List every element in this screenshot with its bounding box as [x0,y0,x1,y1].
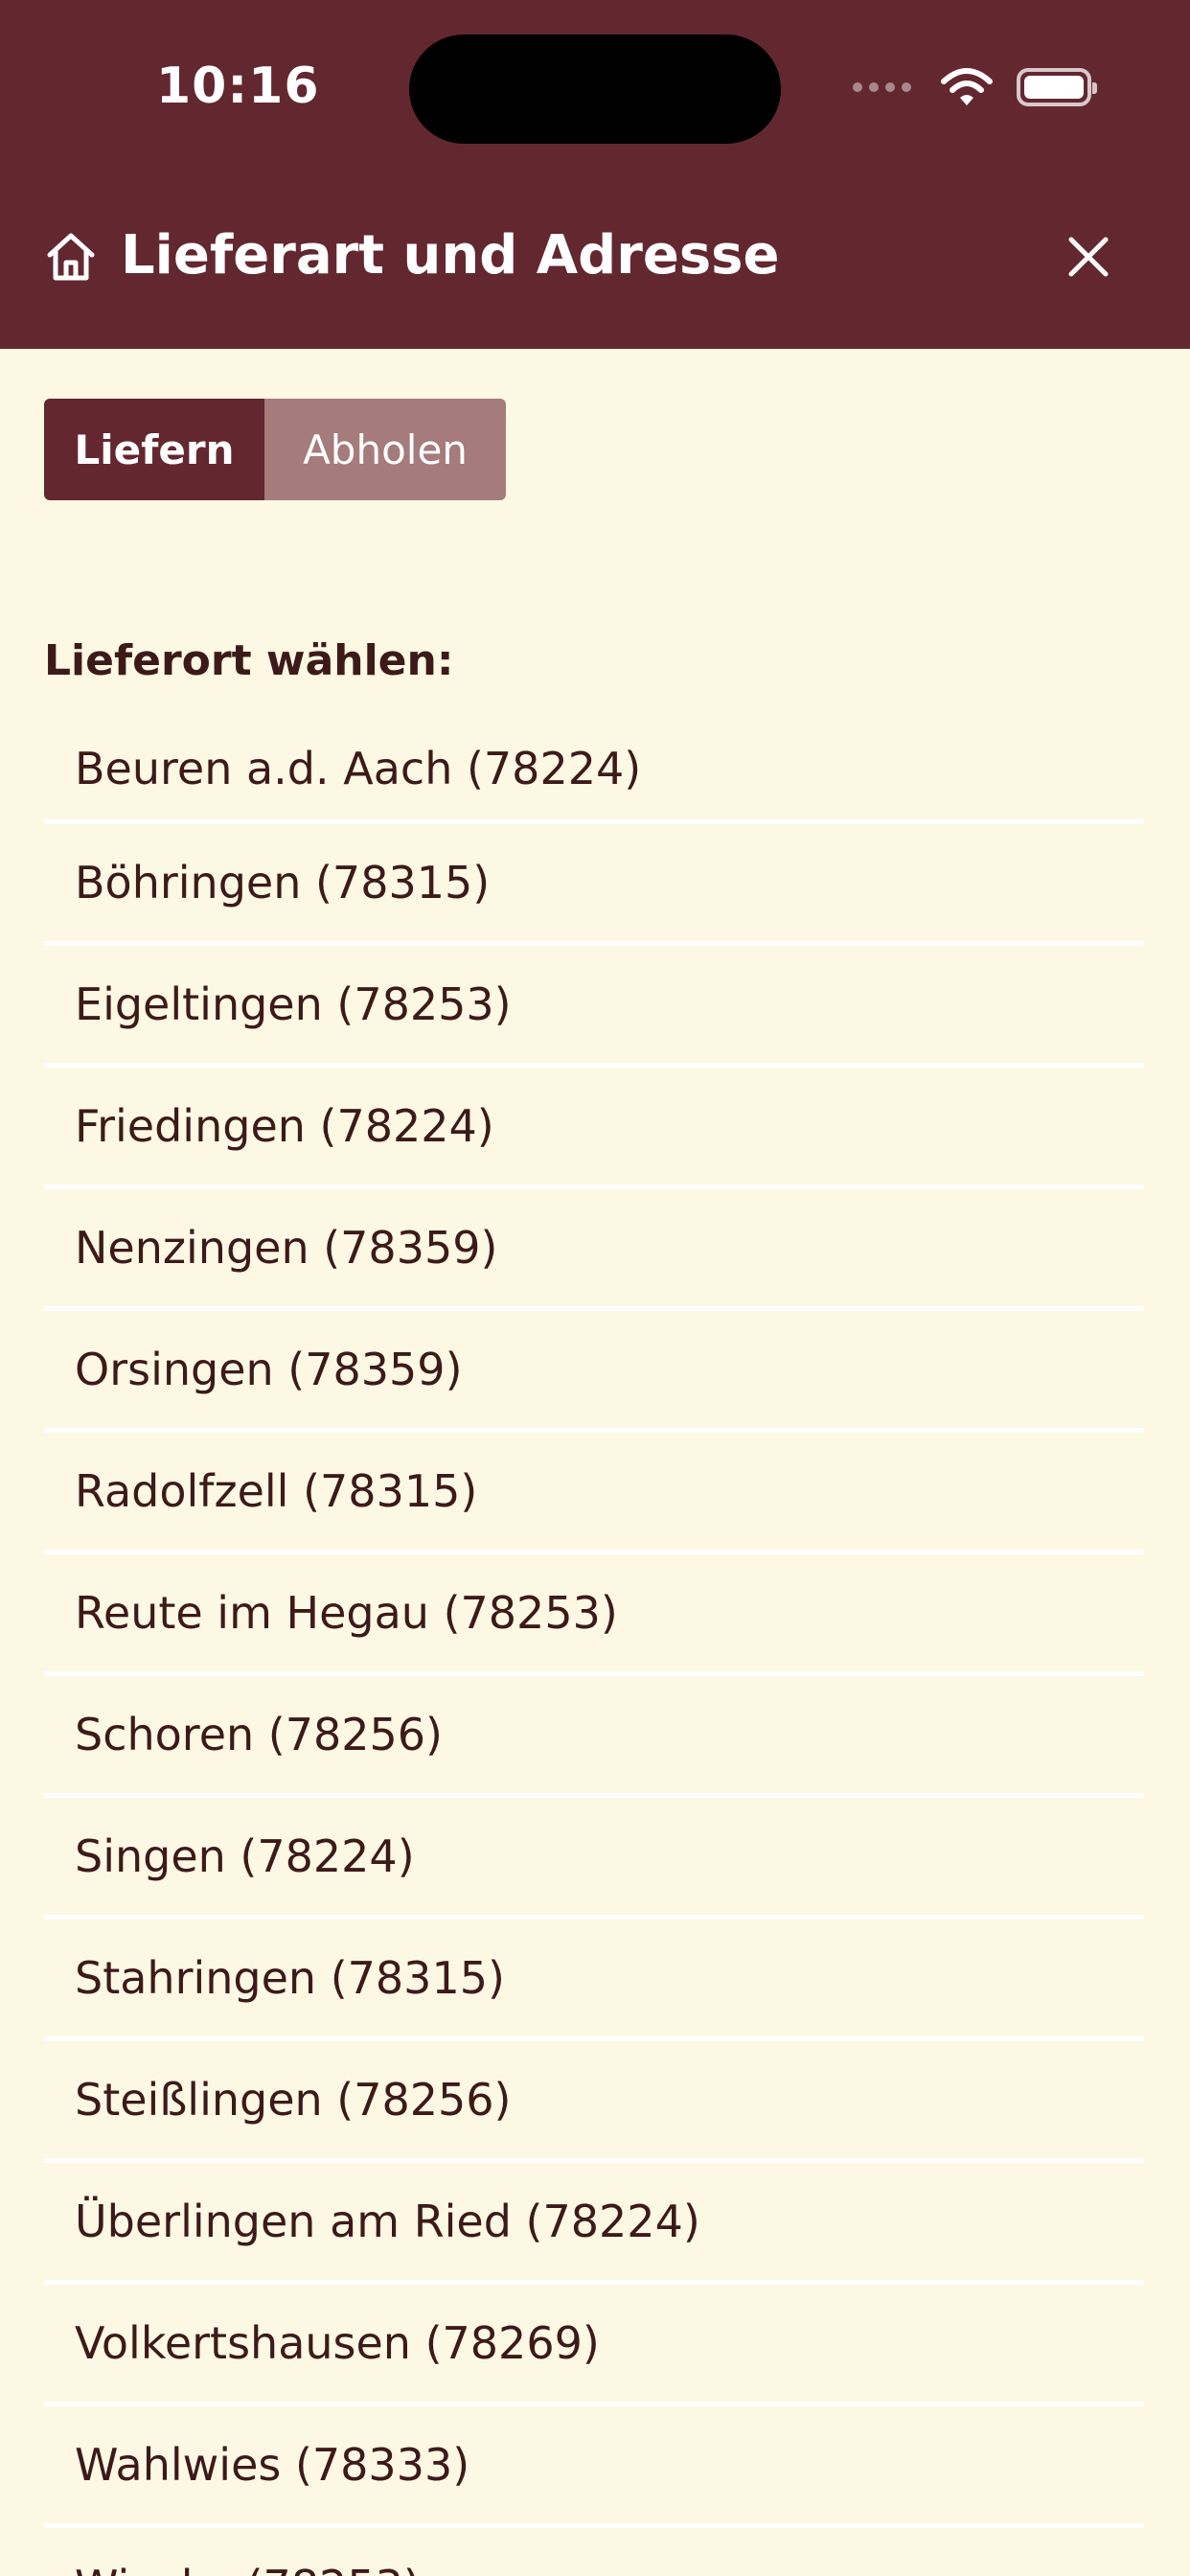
location-label: Volkertshausen (78269) [75,2317,600,2369]
location-list: Beuren a.d. Aach (78224) Böhringen (7831… [44,717,1144,2576]
home-icon[interactable] [42,228,100,286]
list-item[interactable]: Stahringen (78315) [44,1920,1144,2041]
location-label: Orsingen (78359) [75,1344,463,1395]
list-item[interactable]: Wahlwies (78333) [44,2406,1144,2528]
list-item[interactable]: Orsingen (78359) [44,1311,1144,1433]
list-item[interactable]: Schoren (78256) [44,1676,1144,1798]
location-label: Friedingen (78224) [75,1100,494,1152]
location-label: Beuren a.d. Aach (78224) [75,742,642,794]
status-time: 10:16 [156,58,320,115]
location-label: Stahringen (78315) [75,1952,505,2004]
list-item[interactable]: Radolfzell (78315) [44,1433,1144,1554]
list-item[interactable]: Volkertshausen (78269) [44,2285,1144,2406]
location-label: Radolfzell (78315) [75,1465,478,1517]
app-header: 10:16 Lieferart und Adresse [0,0,1190,349]
location-label: Schoren (78256) [75,1709,443,1760]
status-indicators [853,63,1097,111]
battery-icon [1017,68,1097,106]
close-icon[interactable] [1062,230,1115,284]
location-label: Reute im Hegau (78253) [75,1587,618,1639]
list-item[interactable]: Wiechs (78253) [44,2528,1144,2576]
screen: 10:16 Lieferart und Adresse Liefern Abho… [0,0,1190,2576]
page-title: Lieferart und Adresse [121,224,780,287]
list-item[interactable]: Beuren a.d. Aach (78224) [44,717,1144,824]
delivery-mode-toggle: Liefern Abholen [44,399,506,500]
location-section-label: Lieferort wählen: [44,636,454,685]
list-item[interactable]: Nenzingen (78359) [44,1189,1144,1311]
tab-abholen[interactable]: Abholen [264,399,506,500]
wifi-icon [941,68,993,105]
location-label: Überlingen am Ried (78224) [75,2196,700,2247]
list-item[interactable]: Böhringen (78315) [44,824,1144,946]
location-label: Steißlingen (78256) [75,2074,512,2126]
list-item[interactable]: Friedingen (78224) [44,1068,1144,1189]
list-item[interactable]: Steißlingen (78256) [44,2041,1144,2163]
list-item[interactable]: Überlingen am Ried (78224) [44,2163,1144,2285]
location-label: Böhringen (78315) [75,857,491,908]
location-label: Nenzingen (78359) [75,1222,498,1274]
dynamic-island [409,34,781,144]
title-bar: Lieferart und Adresse [0,205,1190,310]
list-item[interactable]: Reute im Hegau (78253) [44,1554,1144,1676]
location-label: Wahlwies (78333) [75,2439,470,2491]
signal-icon [853,82,911,92]
list-item[interactable]: Singen (78224) [44,1798,1144,1920]
location-label: Singen (78224) [75,1830,415,1882]
location-label: Wiechs (78253) [75,2561,421,2576]
tab-liefern[interactable]: Liefern [44,399,264,500]
location-label: Eigeltingen (78253) [75,978,512,1030]
list-item[interactable]: Eigeltingen (78253) [44,946,1144,1068]
